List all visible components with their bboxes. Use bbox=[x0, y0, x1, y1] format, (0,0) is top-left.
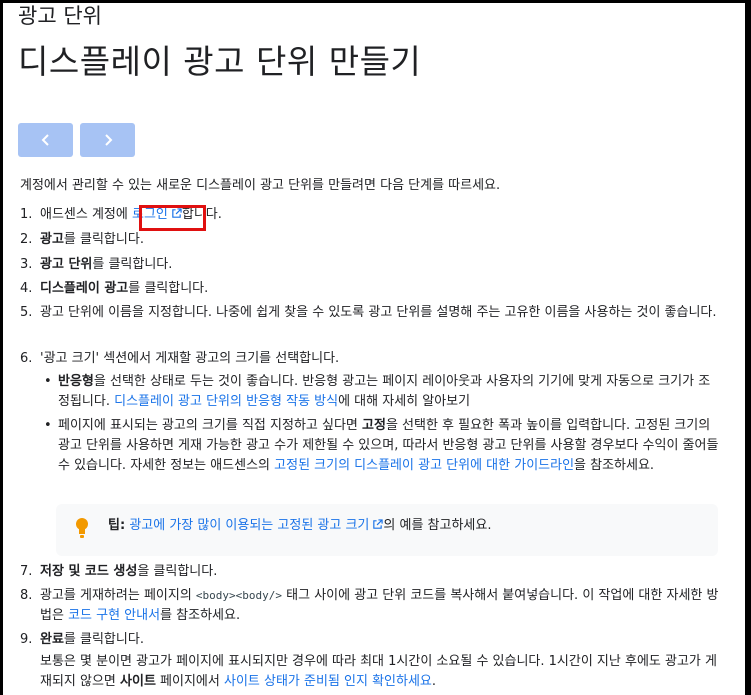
step-3: 3. 광고 단위를 클릭합니다. bbox=[20, 255, 720, 279]
option-fixed: • 페이지에 표시되는 광고의 크기를 직접 지정하고 싶다면 고정을 선택한 … bbox=[40, 416, 720, 496]
step-text: 를 클릭합니다. bbox=[63, 632, 144, 647]
step-number: 1. bbox=[20, 207, 33, 222]
step-text: 를 클릭합니다. bbox=[63, 232, 144, 247]
code-guide-link[interactable]: 코드 구현 안내서 bbox=[68, 608, 160, 623]
step-4: 4. 디스플레이 광고를 클릭합니다. bbox=[20, 279, 720, 303]
step-number: 5. bbox=[20, 305, 33, 320]
step-6: 6. '광고 크기' 섹션에서 게재할 광고의 크기를 선택합니다. • 반응형… bbox=[20, 349, 720, 556]
step-number: 8. bbox=[20, 588, 33, 603]
bullet: • bbox=[44, 374, 52, 389]
option-text: 에 대해 자세히 알아보기 bbox=[338, 394, 471, 409]
step-5: 5. 광고 단위에 이름을 지정합니다. 나중에 쉽게 찾을 수 있도록 광고 … bbox=[20, 303, 720, 349]
step-number: 4. bbox=[20, 281, 33, 296]
chevron-left-icon bbox=[41, 134, 49, 146]
common-sizes-link[interactable]: 광고에 가장 많이 이용되는 고정된 광고 크기 bbox=[129, 518, 384, 533]
tip-text: 팁: 광고에 가장 많이 이용되는 고정된 광고 크기 의 예를 참고하세요. bbox=[108, 516, 491, 536]
tip-box: 팁: 광고에 가장 많이 이용되는 고정된 광고 크기 의 예를 참고하세요. bbox=[56, 504, 718, 556]
step-text: 애드센스 계정에 bbox=[40, 207, 132, 222]
next-button[interactable] bbox=[80, 123, 135, 157]
step-text: 를 참조하세요. bbox=[160, 608, 241, 623]
intro-text: 계정에서 관리할 수 있는 새로운 디스플레이 광고 단위를 만들려면 다음 단… bbox=[20, 178, 501, 193]
step-text: 를 클릭합니다. bbox=[128, 281, 209, 296]
previous-button[interactable] bbox=[18, 123, 73, 157]
step-bold: 광고 단위 bbox=[40, 257, 93, 272]
ad-size-options: • 반응형을 선택한 상태로 두는 것이 좋습니다. 반응형 광고는 페이지 레… bbox=[40, 372, 720, 496]
steps-list: 1. 애드센스 계정에 로그인 합니다. 2. 광고를 클릭합니다. 3. 광고 … bbox=[20, 205, 720, 692]
step-text: 광고를 게재하려는 페이지의 bbox=[40, 588, 196, 603]
responsive-link[interactable]: 디스플레이 광고 단위의 반응형 작동 방식 bbox=[114, 394, 338, 409]
page-title: 디스플레이 광고 단위 만들기 bbox=[18, 42, 422, 81]
tip-post: 의 예를 참고하세요. bbox=[383, 518, 492, 533]
step-1: 1. 애드센스 계정에 로그인 합니다. bbox=[20, 205, 720, 230]
step-7: 7. 저장 및 코드 생성을 클릭합니다. bbox=[20, 562, 720, 586]
fixed-size-guide-link[interactable]: 고정된 크기의 디스플레이 광고 단위에 대한 가이드라인 bbox=[274, 458, 574, 473]
external-link-icon bbox=[172, 208, 182, 218]
note-text: . bbox=[431, 674, 437, 689]
note-bold: 사이트 bbox=[120, 674, 156, 689]
step-bold: 저장 및 코드 생성 bbox=[40, 564, 138, 579]
step-2: 2. 광고를 클릭합니다. bbox=[20, 230, 720, 255]
login-link[interactable]: 로그인 bbox=[132, 207, 182, 222]
step-9: 9. 완료를 클릭합니다. 보통은 몇 분이면 광고가 페이지에 표시되지만 경… bbox=[20, 630, 720, 692]
breadcrumb[interactable]: 광고 단위 bbox=[18, 2, 102, 30]
code-snippet: <body><body/> bbox=[195, 589, 283, 602]
step-9-note: 보통은 몇 분이면 광고가 페이지에 표시되지만 경우에 따라 최대 1시간이 … bbox=[40, 652, 720, 692]
step-text: 를 클릭합니다. bbox=[92, 257, 173, 272]
step-bold: 완료 bbox=[40, 632, 64, 647]
chevron-right-icon bbox=[104, 134, 112, 146]
step-number: 9. bbox=[20, 632, 33, 647]
step-number: 6. bbox=[20, 351, 33, 366]
step-text: 광고 단위에 이름을 지정합니다. 나중에 쉽게 찾을 수 있도록 광고 단위를… bbox=[40, 305, 717, 320]
option-text: 페이지에 표시되는 광고의 크기를 직접 지정하고 싶다면 bbox=[58, 418, 363, 433]
step-number: 3. bbox=[20, 257, 33, 272]
option-text: 을 참조하세요. bbox=[574, 458, 655, 473]
note-text: 페이지에서 bbox=[155, 674, 224, 689]
step-number: 7. bbox=[20, 564, 33, 579]
option-responsive: • 반응형을 선택한 상태로 두는 것이 좋습니다. 반응형 광고는 페이지 레… bbox=[40, 372, 720, 412]
lightbulb-icon bbox=[76, 518, 88, 538]
step-text: 합니다. bbox=[181, 207, 222, 222]
step-bold: 디스플레이 광고 bbox=[40, 281, 129, 296]
tip-label: 팁: bbox=[108, 518, 126, 533]
step-8: 8. 광고를 게재하려는 페이지의 <body><body/> 태그 사이에 광… bbox=[20, 586, 720, 630]
option-bold: 반응형 bbox=[58, 374, 94, 389]
bullet: • bbox=[44, 418, 52, 433]
step-text: '광고 크기' 섹션에서 게재할 광고의 크기를 선택합니다. bbox=[40, 351, 340, 366]
site-status-link[interactable]: 사이트 상태가 준비됨 인지 확인하세요 bbox=[224, 674, 432, 689]
option-bold: 고정 bbox=[362, 418, 386, 433]
external-link-icon bbox=[373, 519, 384, 529]
step-bold: 광고 bbox=[40, 232, 64, 247]
step-number: 2. bbox=[20, 232, 33, 247]
step-text: 을 클릭합니다. bbox=[137, 564, 218, 579]
